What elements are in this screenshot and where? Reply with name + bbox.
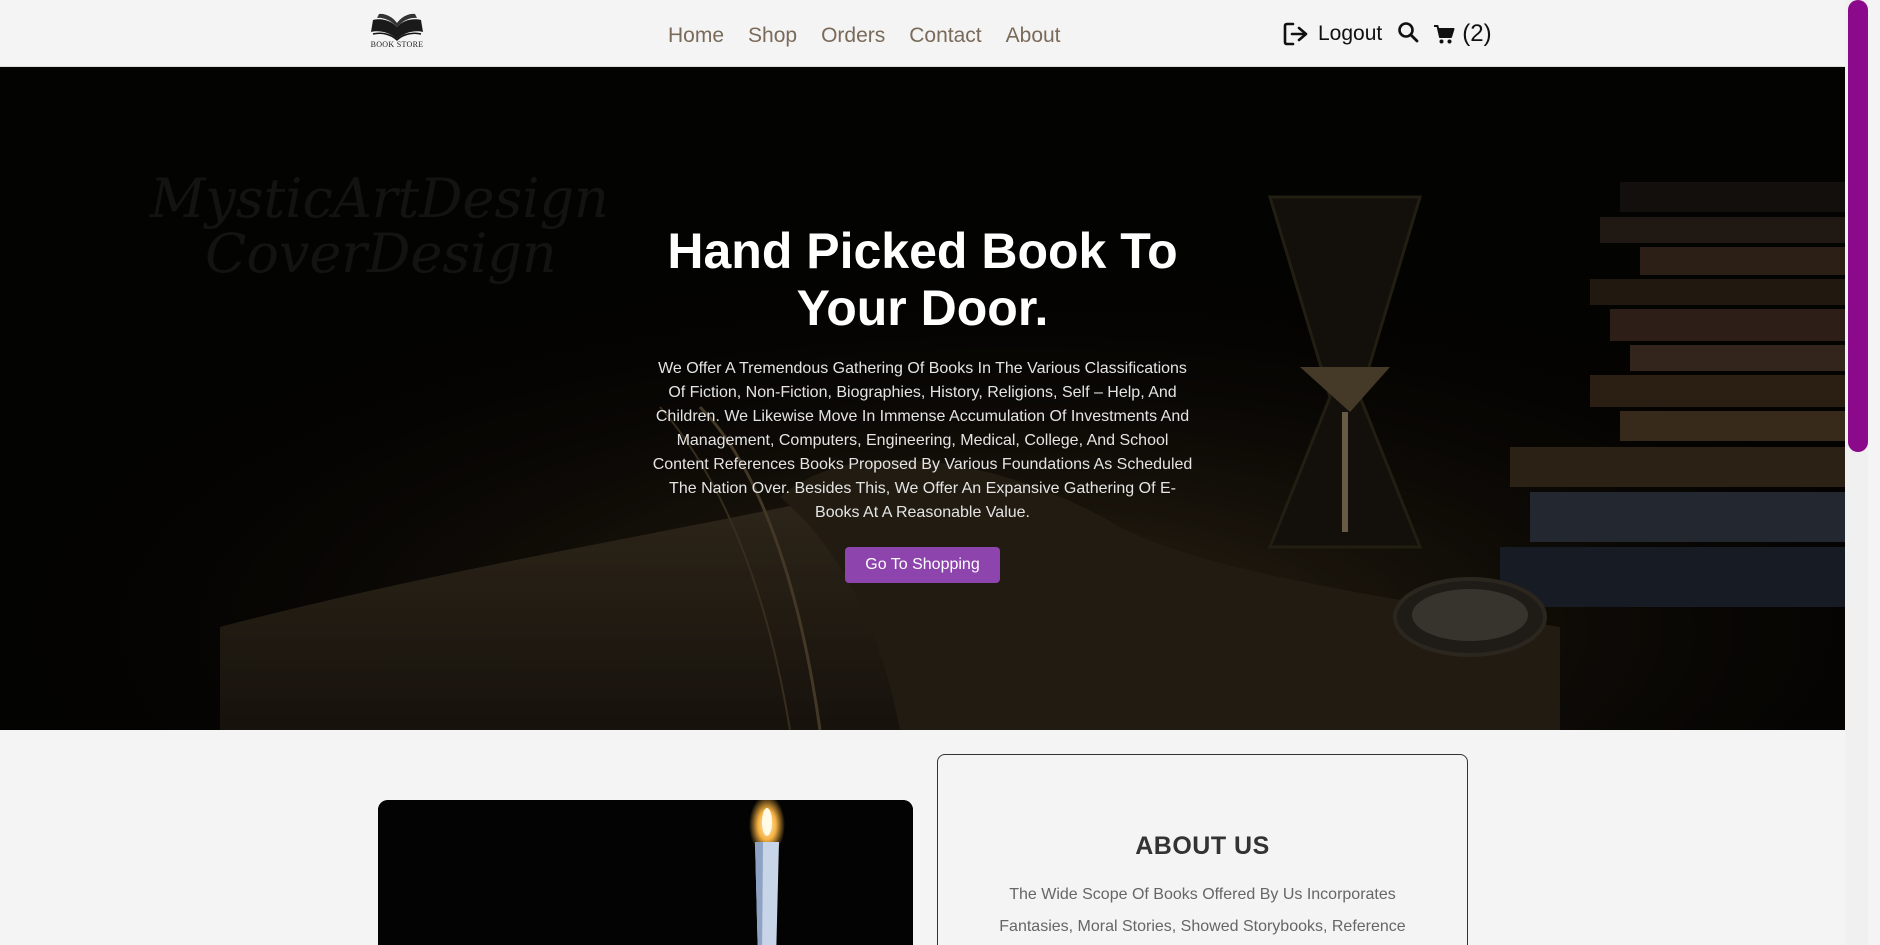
about-image [378,800,913,945]
about-us-card: ABOUT US The Wide Scope Of Books Offered… [937,754,1468,945]
about-title: ABOUT US [1135,832,1270,860]
hero-title: Hand Picked Book To Your Door. [667,223,1178,336]
logout-label: Logout [1318,22,1383,45]
nav-orders[interactable]: Orders [821,24,885,48]
hero-banner: MysticArtDesign CoverDesign Hand Picked … [0,67,1845,730]
go-to-shopping-button[interactable]: Go To Shopping [845,547,1000,583]
cart-icon [1434,24,1455,43]
logout-button[interactable]: Logout [1283,22,1382,46]
candle-image [378,800,913,945]
site-header: BOOK STORE Home Shop Orders Contact Abou… [0,0,1845,67]
logo-text: BOOK STORE [370,40,424,49]
nav-home[interactable]: Home [668,24,724,48]
nav-contact[interactable]: Contact [909,24,981,48]
nav-shop[interactable]: Shop [748,24,797,48]
header-actions: Logout (2) [1283,20,1492,48]
book-logo-icon [371,13,423,42]
cart-button[interactable]: (2) [1433,20,1492,48]
page-scrollbar[interactable] [1845,0,1868,945]
nav-about[interactable]: About [1006,24,1061,48]
logout-icon [1283,22,1308,46]
cart-count: (2) [1462,20,1492,47]
site-logo[interactable]: BOOK STORE [368,12,426,52]
hero-description: We Offer A Tremendous Gathering Of Books… [652,360,1193,521]
hero-content: Hand Picked Book To Your Door. We Offer … [640,223,1205,583]
main-nav: Home Shop Orders Contact About [668,24,1061,48]
search-icon[interactable] [1397,21,1419,48]
scrollbar-thumb[interactable] [1848,0,1868,452]
about-text: The Wide Scope Of Books Offered By Us In… [999,886,1406,935]
